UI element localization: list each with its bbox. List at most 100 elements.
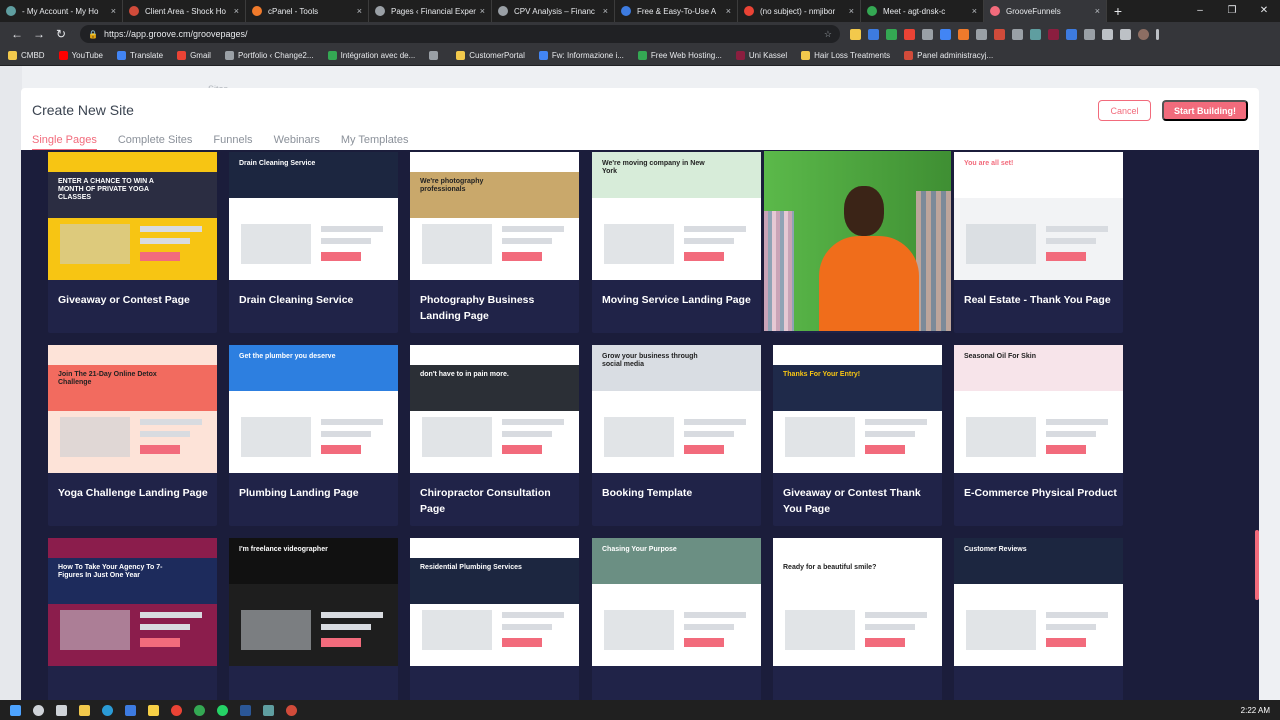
scrollbar-thumb[interactable] [1255,530,1259,600]
url-bar[interactable]: 🔒 https://app.groove.cm/groovepages/ ☆ [80,25,840,43]
bookmark-item[interactable]: CMBD [8,51,45,60]
browser-tab[interactable]: CPV Analysis – Financ × [492,0,615,22]
app-icon[interactable] [194,704,205,716]
template-thumbnail[interactable]: Get the plumber you deserve [229,345,398,473]
template-thumbnail[interactable]: I'm freelance videographer [229,538,398,666]
template-card[interactable]: Drain Cleaning Service Drain Cleaning Ser… [229,152,398,333]
template-thumbnail[interactable]: Seasonal Oil For Skin [954,345,1123,473]
app-icon[interactable] [286,704,297,716]
bookmark-item[interactable]: Hair Loss Treatments [801,51,890,60]
extension-icon[interactable] [1084,28,1095,40]
bookmark-item[interactable]: Intégration avec de... [327,51,415,60]
template-thumbnail[interactable]: Residential Plumbing Services [410,538,579,666]
template-card[interactable]: Chasing Your Purpose [592,538,761,700]
extension-icon[interactable] [1048,28,1059,40]
close-tab-icon[interactable]: × [972,6,977,16]
minimize-icon[interactable]: – [1184,0,1216,22]
store-icon[interactable] [125,704,136,716]
template-card[interactable]: Get the plumber you deserve Plumbing Land… [229,345,398,526]
file-explorer-icon[interactable] [79,704,90,716]
template-card[interactable]: We're photography professionals Photograp… [410,152,579,333]
bookmark-item[interactable]: CustomerPortal [456,51,525,60]
tab-single-pages[interactable]: Single Pages [32,134,97,151]
sticky-notes-icon[interactable] [148,704,159,716]
close-tab-icon[interactable]: × [357,6,362,16]
bookmark-item[interactable]: Portfolio ‹ Change2... [224,51,314,60]
maximize-icon[interactable]: ❐ [1216,0,1248,22]
whatsapp-icon[interactable] [217,704,228,716]
template-thumbnail[interactable]: Customer Reviews [954,538,1123,666]
template-card[interactable]: Thanks For Your Entry! Giveaway or Contes… [773,345,942,526]
browser-tab[interactable]: Pages ‹ Financial Exper × [369,0,492,22]
extension-icon[interactable] [868,28,879,40]
template-thumbnail[interactable]: Chasing Your Purpose [592,538,761,666]
close-tab-icon[interactable]: × [480,6,485,16]
close-tab-icon[interactable]: × [234,6,239,16]
template-thumbnail[interactable]: don't have to in pain more. [410,345,579,473]
template-thumbnail[interactable]: Drain Cleaning Service [229,152,398,280]
browser-tab[interactable]: Meet - agt-dnsk-c × [861,0,984,22]
tab-my-templates[interactable]: My Templates [341,134,409,151]
bookmark-item[interactable] [429,51,442,60]
browser-tab[interactable]: cPanel - Tools × [246,0,369,22]
template-card[interactable]: Ready for a beautiful smile? [773,538,942,700]
word-icon[interactable] [240,704,251,716]
extension-icon[interactable] [1012,28,1023,40]
bookmark-item[interactable]: Fw: Informazione i... [538,51,624,60]
template-card[interactable]: Grow your business through social media B… [592,345,761,526]
forward-icon[interactable]: → [28,27,50,41]
browser-tab[interactable]: GrooveFunnels × [984,0,1107,22]
template-card[interactable]: How To Take Your Agency To 7-Figures In … [48,538,217,700]
new-tab-button[interactable]: + [1107,0,1129,22]
template-thumbnail[interactable]: Ready for a beautiful smile? [773,538,942,666]
app-icon[interactable] [263,704,274,716]
template-card[interactable]: You are all set! Real Estate - Thank You … [954,152,1123,333]
bookmark-item[interactable]: Panel administracyj... [904,51,993,60]
windows-start-icon[interactable] [10,704,21,716]
template-card[interactable]: Join The 21-Day Online Detox Challenge Yo… [48,345,217,526]
extension-icon[interactable] [940,28,951,40]
browser-tab[interactable]: Free & Easy-To-Use A × [615,0,738,22]
tab-funnels[interactable]: Funnels [213,134,252,151]
template-thumbnail[interactable]: Grow your business through social media [592,345,761,473]
extension-icon[interactable] [904,28,915,40]
bookmark-item[interactable]: Free Web Hosting... [637,51,722,60]
template-thumbnail[interactable]: Thanks For Your Entry! [773,345,942,473]
edge-icon[interactable] [102,704,113,716]
extension-icon[interactable] [886,28,897,40]
tab-complete-sites[interactable]: Complete Sites [118,134,193,151]
bookmark-item[interactable]: Uni Kassel [735,51,787,60]
close-window-icon[interactable]: ✕ [1248,0,1280,22]
close-tab-icon[interactable]: × [1095,6,1100,16]
search-icon[interactable] [33,704,44,716]
menu-icon[interactable] [1156,28,1159,40]
template-thumbnail[interactable]: Join The 21-Day Online Detox Challenge [48,345,217,473]
close-tab-icon[interactable]: × [849,6,854,16]
extension-icon[interactable] [976,28,987,40]
chrome-icon[interactable] [171,704,182,716]
extension-icon[interactable] [850,28,861,40]
cancel-button[interactable]: Cancel [1098,100,1151,121]
back-icon[interactable]: ← [6,27,28,41]
template-thumbnail[interactable]: You are all set! [954,152,1123,280]
browser-tab[interactable]: (no subject) - nmjibor × [738,0,861,22]
template-thumbnail[interactable]: ENTER A CHANCE TO WIN A MONTH OF PRIVATE… [48,152,217,280]
template-card[interactable]: Residential Plumbing Services [410,538,579,700]
browser-tab[interactable]: Client Area - Shock Ho × [123,0,246,22]
reload-icon[interactable]: ↻ [50,27,72,41]
sidebar-icon[interactable] [1120,28,1131,40]
browser-tab[interactable]: - My Account - My Ho × [0,0,123,22]
start-building-button[interactable]: Start Building! [1162,100,1248,121]
template-card[interactable]: don't have to in pain more. Chiropractor … [410,345,579,526]
avatar[interactable] [1138,28,1149,40]
bookmark-item[interactable]: Translate [117,51,163,60]
template-thumbnail[interactable]: We're moving company in New York [592,152,761,280]
template-card[interactable]: We're moving company in New York Moving S… [592,152,761,333]
extension-icon[interactable] [1030,28,1041,40]
task-view-icon[interactable] [56,704,67,716]
tab-webinars[interactable]: Webinars [274,134,320,151]
close-tab-icon[interactable]: × [603,6,608,16]
bookmark-star-icon[interactable]: ☆ [824,29,832,40]
template-thumbnail[interactable]: How To Take Your Agency To 7-Figures In … [48,538,217,666]
bookmark-item[interactable]: YouTube [58,51,103,60]
